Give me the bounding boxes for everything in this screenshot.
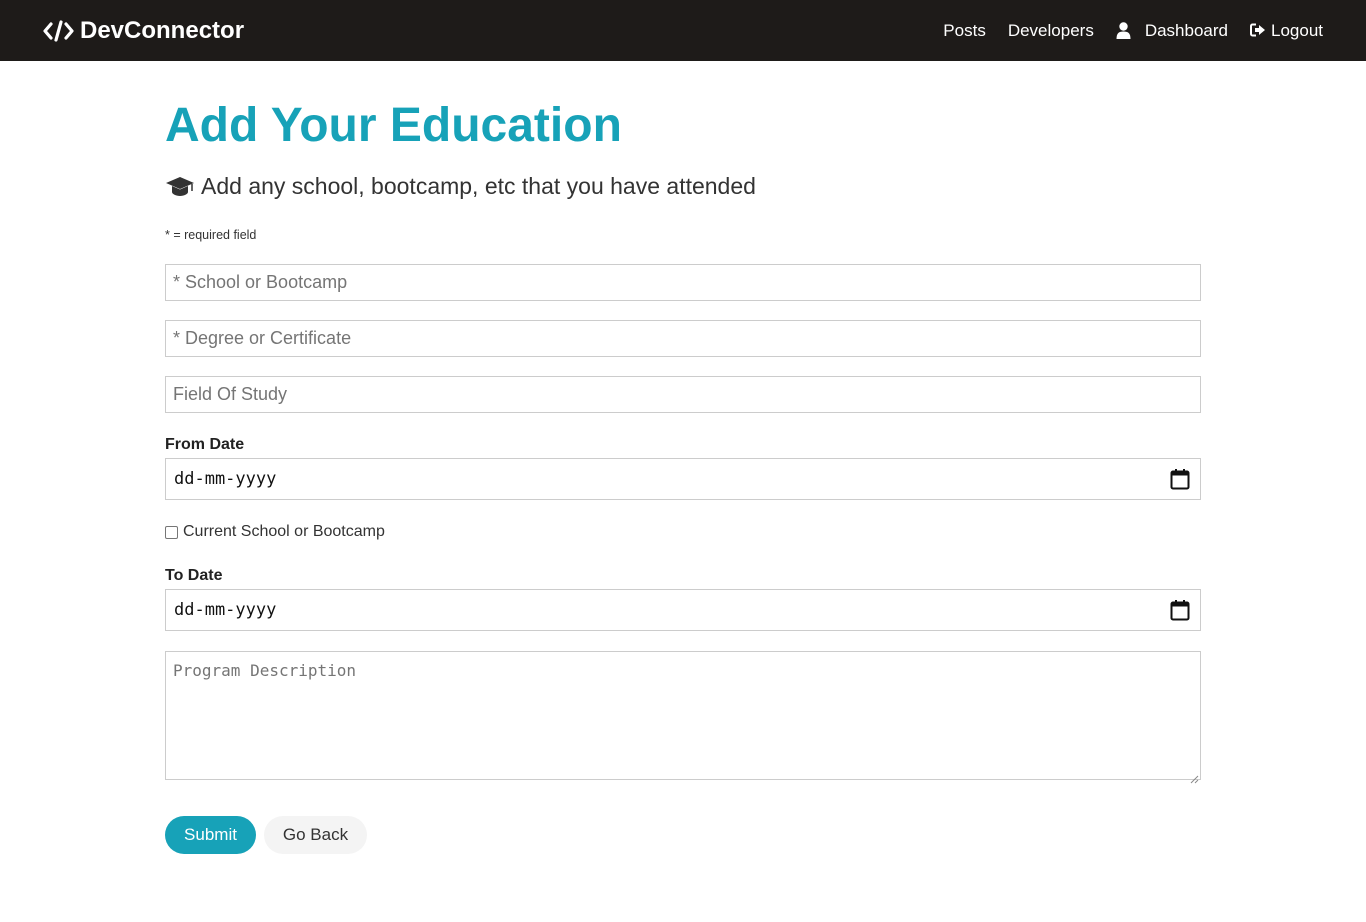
nav-dashboard-label: Dashboard	[1144, 20, 1228, 40]
page-lead: Add any school, bootcamp, etc that you h…	[165, 173, 1201, 200]
go-back-button[interactable]: Go Back	[264, 816, 367, 854]
current-checkbox-row: Current School or Bootcamp	[165, 523, 1201, 541]
from-date-value: dd-mm-yyyy	[174, 469, 277, 489]
nav-dashboard-link[interactable]: Dashboard	[1116, 21, 1228, 41]
to-date-value: dd-mm-yyyy	[174, 600, 277, 620]
degree-input[interactable]: * Degree or Certificate	[165, 320, 1201, 357]
from-date-group: From Date dd-mm-yyyy	[165, 436, 1201, 500]
school-input[interactable]: * School or Bootcamp	[165, 264, 1201, 301]
calendar-icon[interactable]	[1170, 599, 1190, 621]
calendar-icon[interactable]	[1170, 468, 1190, 490]
current-checkbox[interactable]	[165, 525, 178, 539]
navbar: DevConnector Posts Developers Dashboard …	[0, 0, 1366, 61]
nav-logout-link[interactable]: Logout	[1250, 21, 1323, 41]
required-note: * = required field	[165, 228, 257, 242]
brand-name: DevConnector	[80, 16, 245, 44]
resize-grip-icon[interactable]	[1190, 769, 1199, 784]
nav-developers-link[interactable]: Developers	[1008, 21, 1094, 41]
form-actions: Submit Go Back	[165, 816, 1201, 854]
lead-text: Add any school, bootcamp, etc that you h…	[201, 173, 756, 199]
to-date-label: To Date	[165, 567, 223, 584]
brand-link[interactable]: DevConnector	[43, 17, 244, 45]
nav-links: Posts Developers Dashboard Logout	[921, 21, 1323, 41]
nav-logout-label: Logout	[1271, 20, 1323, 40]
submit-button[interactable]: Submit	[165, 816, 256, 854]
code-icon	[43, 19, 74, 42]
to-date-group: To Date dd-mm-yyyy	[165, 567, 1201, 631]
page-title: Add Your Education	[165, 99, 622, 152]
user-icon	[1116, 22, 1131, 39]
from-date-input[interactable]: dd-mm-yyyy	[165, 458, 1201, 500]
from-date-label: From Date	[165, 436, 245, 453]
main-content: Add Your Education Add any school, bootc…	[165, 61, 1201, 854]
nav-posts-link[interactable]: Posts	[943, 21, 986, 41]
description-textarea[interactable]: Program Description	[165, 651, 1201, 784]
education-form: * School or Bootcamp * Degree or Certifi…	[165, 264, 1201, 854]
sign-out-icon	[1250, 22, 1266, 39]
current-checkbox-label: Current School or Bootcamp	[183, 523, 385, 540]
graduation-cap-icon	[165, 176, 195, 197]
to-date-input[interactable]: dd-mm-yyyy	[165, 589, 1201, 631]
description-placeholder: Program Description	[173, 661, 357, 680]
field-of-study-input[interactable]: Field Of Study	[165, 376, 1201, 413]
